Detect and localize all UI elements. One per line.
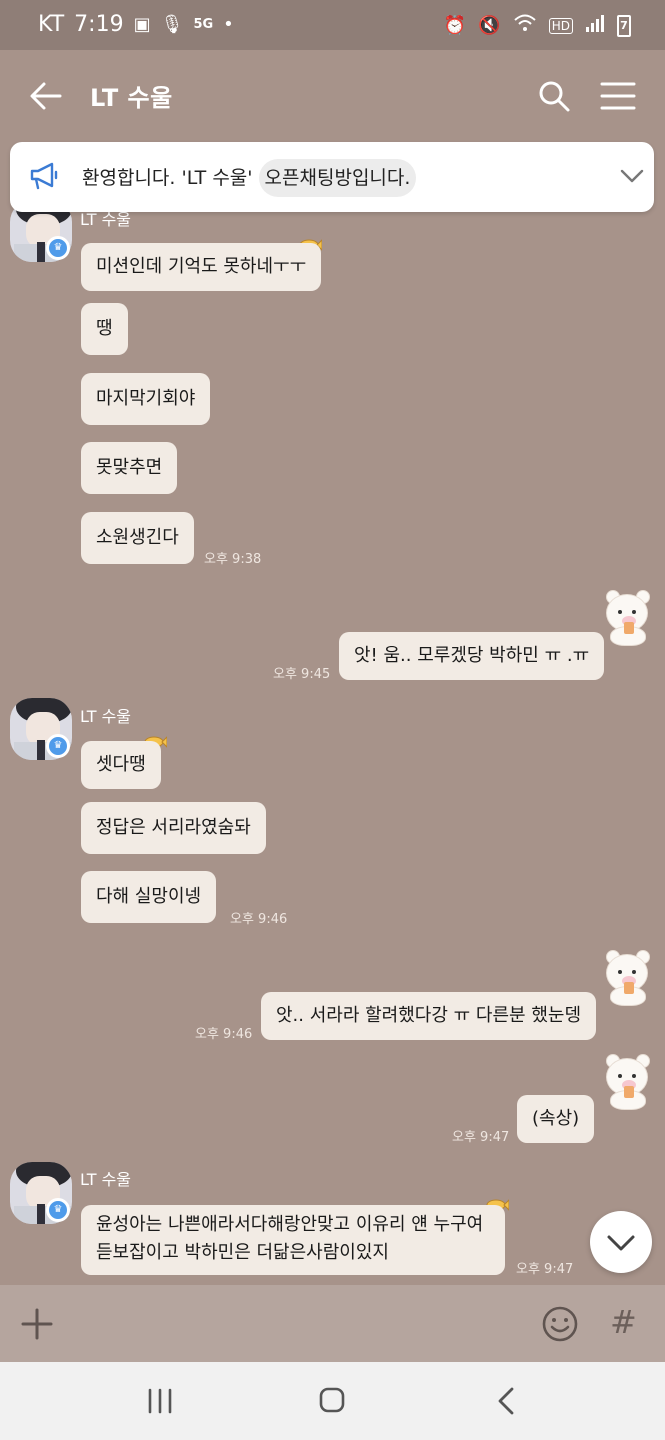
message-bubble[interactable]: 미션인데 기억도 못하네ㅜㅜ [81,243,322,291]
sender-name: LT 수울 [80,1170,132,1189]
chat-header: LT 수울 [0,50,665,142]
back-icon[interactable] [494,1386,518,1416]
mute-icon: 🔇 [478,15,501,36]
network-type: 5G [193,17,214,32]
menu-icon[interactable] [600,80,636,112]
system-navigation-bar [0,1362,665,1440]
message-time: 오후 9:47 [452,1130,510,1145]
message-time: 오후 9:46 [195,1027,253,1042]
notice-text: 환영합니다. 'LT 수울' 오픈채팅방입니다. [82,159,417,197]
message-bubble[interactable]: 정답은 서리라였숨돠 [81,802,266,854]
gallery-icon: ▣ [133,14,151,35]
input-bar: # [0,1285,665,1362]
emoticon-icon[interactable] [541,1305,579,1343]
hashtag-button[interactable]: # [610,1303,637,1341]
mic-icon: 🎙 [160,14,184,35]
carrier-label: KT [38,12,65,37]
my-message-bubble[interactable]: 앗! 움.. 모루겠당 박하민 ㅠ .ㅠ [339,632,605,680]
signal-icon [585,13,605,38]
notice-text-a: 환영합니다. 'LT 수울' [82,167,259,189]
my-profile-bear-icon[interactable] [602,588,654,646]
my-profile-bear-icon[interactable] [602,948,654,1006]
hd-icon: HD [548,17,573,34]
message-bubble[interactable]: 소원생긴다 [81,512,194,564]
back-arrow-icon[interactable] [26,78,66,114]
message-time: 오후 9:47 [516,1262,574,1277]
chevron-down-icon[interactable] [618,166,646,186]
search-icon[interactable] [536,78,572,114]
my-profile-bear-icon[interactable] [602,1052,654,1110]
notice-text-b: 오픈채팅방입니다. [258,159,417,197]
message-bubble[interactable]: 다해 실망이넹 [81,871,217,923]
sender-name: LT 수울 [80,707,132,726]
megaphone-icon [30,162,58,190]
host-badge-icon: ♛ [46,1198,70,1222]
scroll-to-bottom-button[interactable] [590,1211,652,1273]
message-time: 오후 9:45 [273,667,331,682]
plus-icon[interactable] [20,1307,54,1341]
home-icon[interactable] [318,1386,346,1414]
battery-icon: 7 [617,14,631,37]
message-time: 오후 9:38 [204,552,262,567]
alarm-icon: ⏰ [443,15,467,36]
my-message-bubble[interactable]: (속상) [517,1095,595,1143]
status-bar: KT 7:19 ▣ 🎙 5G • ⏰ 🔇 HD 7 [0,0,665,50]
message-time: 오후 9:46 [230,912,288,927]
message-bubble[interactable]: 못맞추면 [81,442,178,494]
host-badge-icon: ♛ [46,734,70,758]
message-bubble[interactable]: 윤성아는 나쁜애라서다해랑안맞고 이유리 얜 누구여 듣보잡이고 박하민은 더닮… [81,1205,505,1275]
chevron-down-icon [607,1235,635,1251]
wifi-icon [513,13,537,38]
notice-banner[interactable]: 환영합니다. 'LT 수울' 오픈채팅방입니다. [10,142,654,212]
chat-title: LT 수울 [90,84,173,112]
clock: 7:19 [74,12,124,37]
message-bubble[interactable]: 땡 [81,303,128,355]
message-bubble[interactable]: 셋다땡 [81,741,161,789]
dot-icon: • [223,14,234,35]
recent-apps-icon[interactable] [146,1388,174,1414]
my-message-bubble[interactable]: 앗.. 서라라 할려했다강 ㅠ 다른분 했눈뎅 [261,992,597,1040]
host-badge-icon: ♛ [46,236,70,260]
message-bubble[interactable]: 마지막기회야 [81,373,211,425]
